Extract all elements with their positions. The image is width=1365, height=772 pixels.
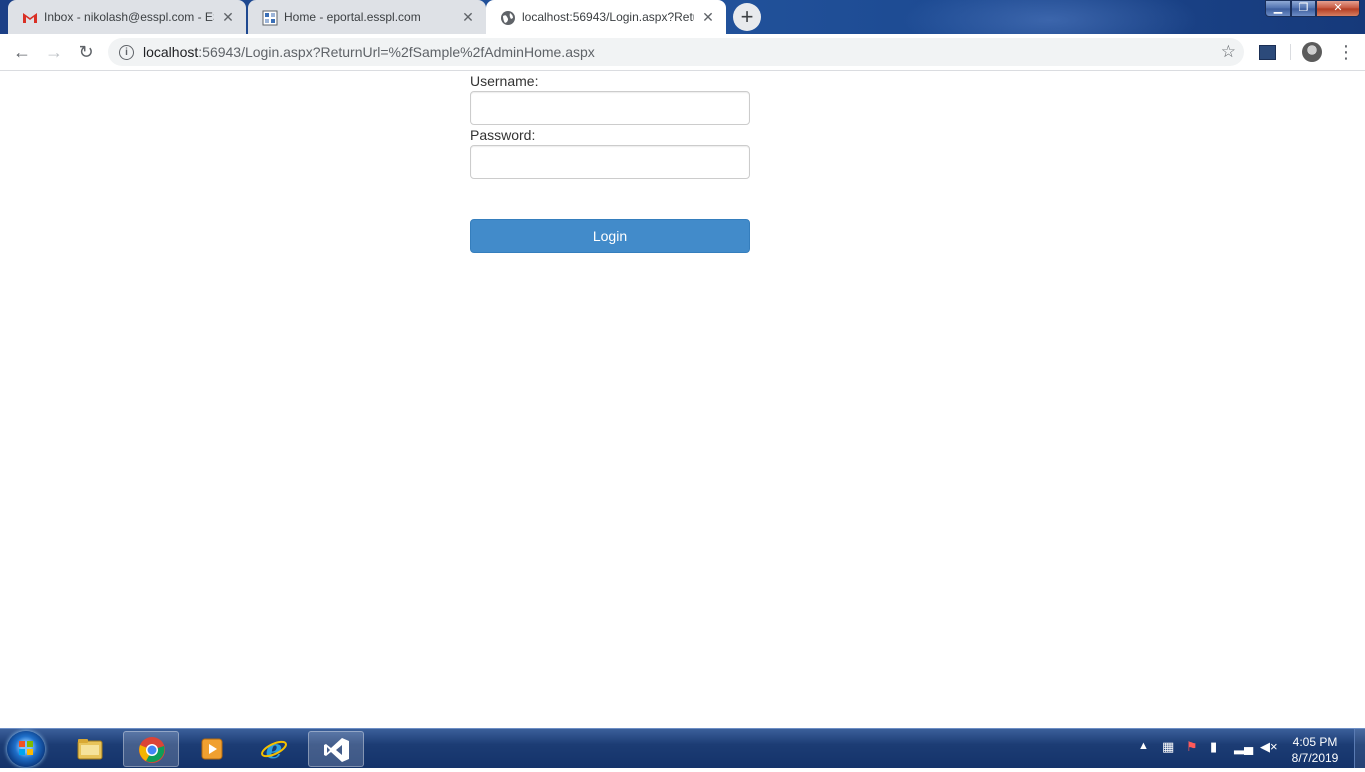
reload-icon[interactable]: ↻ bbox=[74, 40, 98, 64]
action-center-icon[interactable]: ⚑ bbox=[1186, 739, 1198, 755]
power-icon[interactable]: ▮ bbox=[1210, 739, 1217, 755]
media-player-icon bbox=[201, 738, 223, 760]
svg-text:e: e bbox=[266, 735, 283, 763]
url-host: localhost bbox=[143, 44, 199, 60]
tab-login[interactable]: localhost:56943/Login.aspx?ReturnUrl=%2f… bbox=[486, 0, 726, 34]
taskbar-visual-studio[interactable] bbox=[308, 731, 364, 767]
windows-explorer-icon bbox=[77, 739, 103, 760]
profile-avatar[interactable] bbox=[1302, 42, 1322, 62]
clock-time: 4:05 PM bbox=[1292, 735, 1338, 749]
network-drive-icon[interactable]: ▦ bbox=[1162, 739, 1174, 755]
window-controls: ▁ ❐ ✕ bbox=[1265, 0, 1360, 18]
volume-muted-icon[interactable]: ◀× bbox=[1260, 739, 1278, 755]
bookmark-star-icon[interactable]: ☆ bbox=[1221, 42, 1236, 62]
info-icon[interactable]: i bbox=[119, 45, 134, 60]
login-button[interactable]: Login bbox=[470, 219, 750, 253]
chrome-icon bbox=[139, 737, 165, 763]
internet-explorer-icon: e bbox=[261, 735, 287, 763]
username-label: Username: bbox=[470, 73, 539, 89]
close-window-button[interactable]: ✕ bbox=[1316, 0, 1360, 17]
tab-strip: Inbox - nikolash@esspl.com - ESSPL Mail … bbox=[0, 0, 1365, 34]
login-form: Username: Password: bbox=[470, 73, 750, 179]
forward-icon[interactable]: → bbox=[42, 40, 66, 64]
globe-icon bbox=[501, 11, 515, 25]
username-input[interactable] bbox=[470, 91, 750, 125]
taskbar-media[interactable] bbox=[184, 731, 240, 767]
password-input[interactable] bbox=[470, 145, 750, 179]
taskbar-ie[interactable]: e bbox=[246, 731, 302, 767]
browser-toolbar: ← → ↻ i localhost:56943/Login.aspx?Retur… bbox=[0, 34, 1365, 71]
tab-inbox[interactable]: Inbox - nikolash@esspl.com - ESSPL Mail … bbox=[8, 0, 246, 34]
taskbar-chrome[interactable] bbox=[123, 731, 179, 767]
close-icon[interactable]: ✕ bbox=[460, 9, 476, 25]
show-desktop-button[interactable] bbox=[1354, 729, 1365, 768]
close-icon[interactable]: ✕ bbox=[700, 9, 716, 25]
password-label: Password: bbox=[470, 127, 536, 143]
extension-icon[interactable] bbox=[1259, 45, 1276, 60]
back-icon[interactable]: ← bbox=[10, 40, 34, 64]
windows-logo-icon bbox=[19, 741, 33, 755]
maximize-button[interactable]: ❐ bbox=[1291, 0, 1316, 17]
tab-label: Inbox - nikolash@esspl.com - ESSPL Mail bbox=[44, 10, 214, 24]
close-icon[interactable]: ✕ bbox=[220, 9, 236, 25]
url-text[interactable]: localhost:56943/Login.aspx?ReturnUrl=%2f… bbox=[143, 44, 595, 60]
show-hidden-icons-icon[interactable]: ▲ bbox=[1138, 740, 1149, 752]
toolbar-divider bbox=[1290, 44, 1291, 60]
background-glow bbox=[900, 0, 1200, 34]
taskbar-explorer[interactable] bbox=[62, 731, 118, 767]
address-bar[interactable]: i localhost:56943/Login.aspx?ReturnUrl=%… bbox=[108, 38, 1244, 66]
site-icon bbox=[262, 10, 278, 26]
minimize-button[interactable]: ▁ bbox=[1265, 0, 1291, 17]
taskbar-clock[interactable]: 4:05 PM 8/7/2019 bbox=[1280, 734, 1350, 766]
taskbar: e ▲ ▦ ⚑ ▮ ▂▄ ◀× 4:05 PM 8/7/2019 bbox=[0, 728, 1365, 768]
new-tab-button[interactable]: + bbox=[733, 3, 761, 31]
gmail-icon bbox=[23, 13, 37, 23]
visual-studio-icon bbox=[324, 738, 349, 762]
menu-icon[interactable]: ⋮ bbox=[1337, 42, 1355, 62]
tab-label: localhost:56943/Login.aspx?ReturnUrl=%2f… bbox=[522, 10, 694, 24]
signal-icon[interactable]: ▂▄ bbox=[1234, 739, 1253, 755]
url-path: :56943/Login.aspx?ReturnUrl=%2fSample%2f… bbox=[198, 44, 595, 60]
clock-date: 8/7/2019 bbox=[1291, 751, 1339, 765]
tab-eportal[interactable]: Home - eportal.esspl.com ✕ bbox=[248, 0, 486, 34]
tab-label: Home - eportal.esspl.com bbox=[284, 10, 421, 24]
start-button[interactable] bbox=[7, 731, 45, 767]
